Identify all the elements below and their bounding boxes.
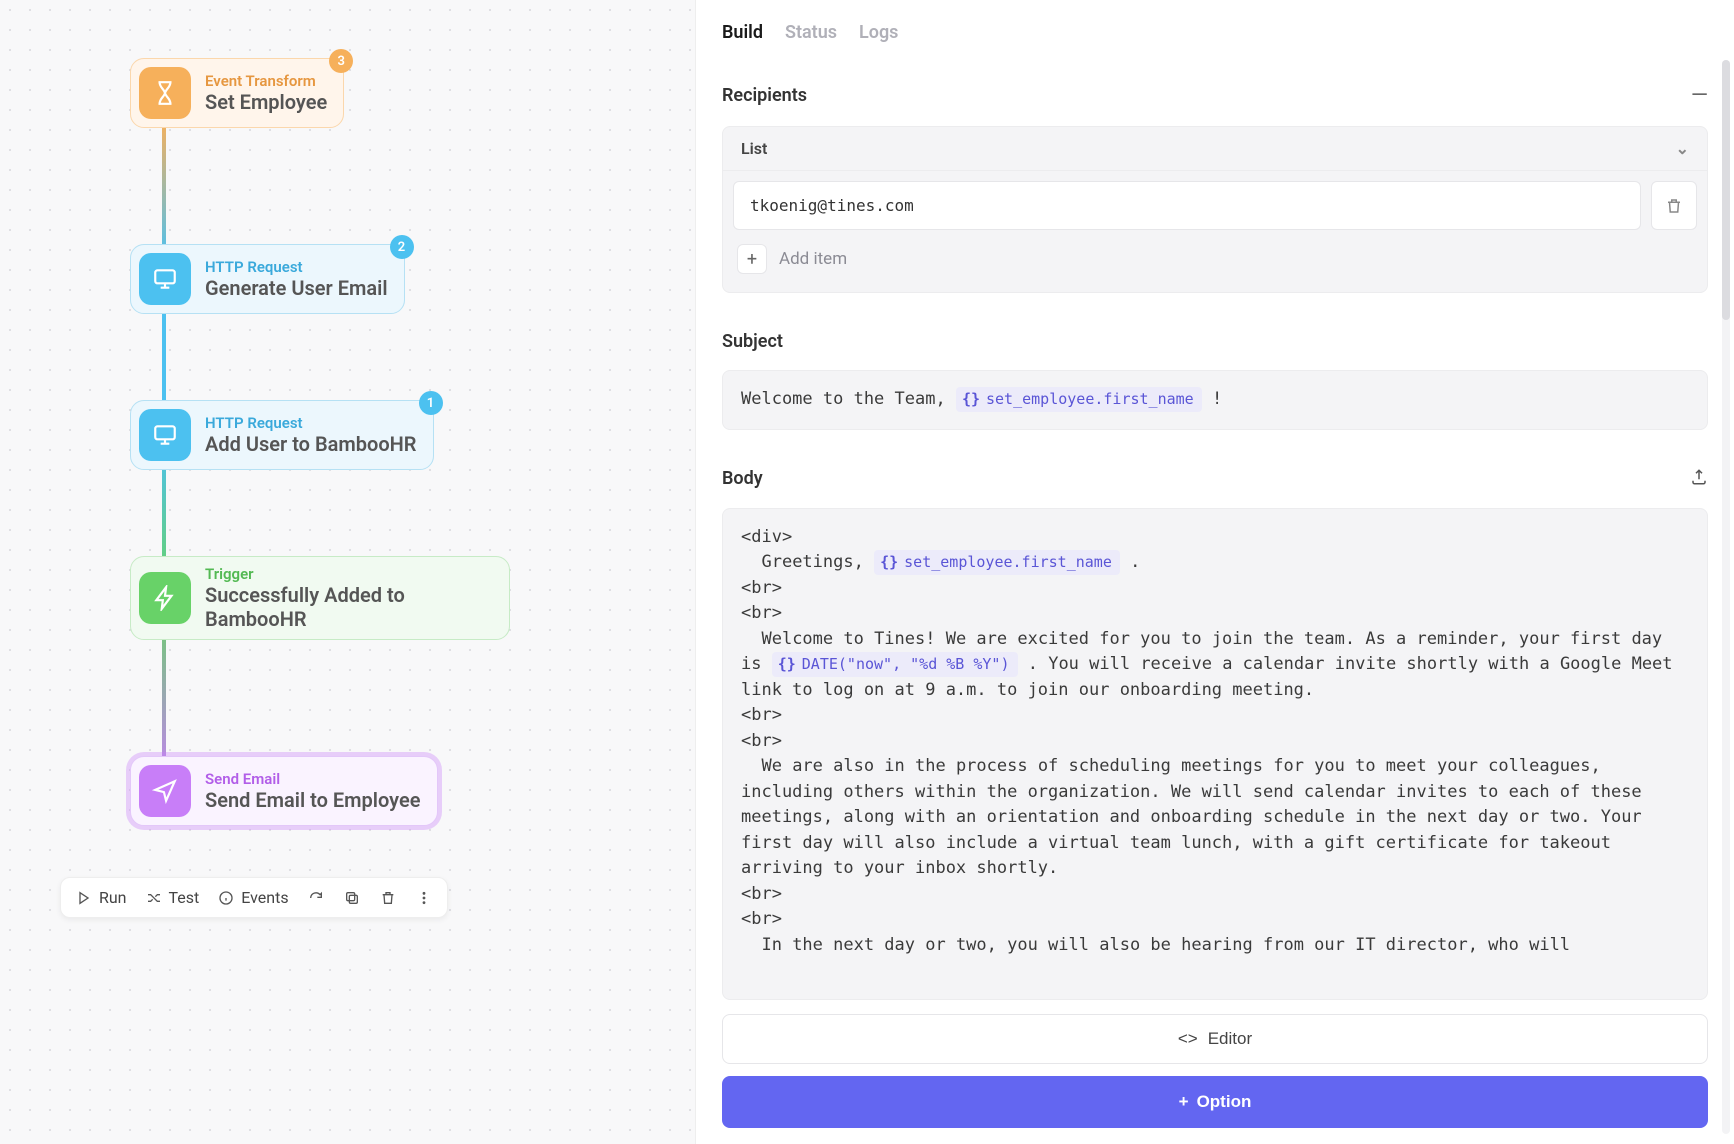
tab-build[interactable]: Build <box>722 22 763 43</box>
code-icon: <> <box>1178 1029 1198 1049</box>
subject-text-prefix: Welcome to the Team, <box>741 389 956 409</box>
node-title-label: Set Employee <box>205 90 327 114</box>
test-label: Test <box>169 888 200 907</box>
bolt-icon <box>139 572 191 624</box>
node-type-label: Trigger <box>205 565 493 583</box>
body-editor[interactable]: <div> Greetings, set_employee.first_name… <box>722 508 1708 1001</box>
node-badge: 2 <box>390 235 414 259</box>
tab-status[interactable]: Status <box>785 22 837 43</box>
node-title-label: Generate User Email <box>205 276 388 300</box>
subject-variable-pill[interactable]: set_employee.first_name <box>956 387 1202 412</box>
copy-button[interactable] <box>343 889 361 907</box>
refresh-button[interactable] <box>307 889 325 907</box>
collapse-recipients-button[interactable]: — <box>1691 83 1708 108</box>
detail-panel: Build Status Logs Recipients — List ⌄ tk… <box>696 0 1734 1144</box>
body-title: Body <box>722 468 763 489</box>
add-item-label: Add item <box>779 249 847 269</box>
add-recipient-row[interactable]: + Add item <box>733 240 1697 278</box>
run-label: Run <box>99 888 127 907</box>
hourglass-icon <box>139 67 191 119</box>
subject-title: Subject <box>722 331 783 352</box>
body-variable-pill[interactable]: DATE("now", "%d %B %Y") <box>772 652 1018 677</box>
refresh-icon <box>307 889 325 907</box>
node-title-label: Successfully Added to BambooHR <box>205 583 493 631</box>
more-vertical-icon <box>415 889 433 907</box>
send-icon <box>139 765 191 817</box>
copy-icon <box>343 889 361 907</box>
events-button[interactable]: Events <box>217 888 288 907</box>
events-label: Events <box>241 888 288 907</box>
node-type-label: Event Transform <box>205 72 327 90</box>
node-trigger-success[interactable]: Trigger Successfully Added to BambooHR <box>130 556 510 640</box>
list-label: List <box>741 139 767 158</box>
node-title-label: Send Email to Employee <box>205 788 421 812</box>
subject-text-suffix: ! <box>1212 389 1222 409</box>
open-editor-button[interactable]: <> Editor <box>722 1014 1708 1064</box>
add-option-button[interactable]: + Option <box>722 1076 1708 1128</box>
more-button[interactable] <box>415 889 433 907</box>
play-icon <box>75 889 93 907</box>
node-send-email-employee[interactable]: Send Email Send Email to Employee <box>130 756 438 826</box>
workflow-canvas[interactable]: Event Transform Set Employee 3 HTTP Requ… <box>0 0 696 1144</box>
scrollbar[interactable] <box>1722 60 1730 1134</box>
detail-tabs: Build Status Logs <box>722 22 1708 43</box>
body-variable-pill[interactable]: set_employee.first_name <box>874 550 1120 575</box>
tab-logs[interactable]: Logs <box>859 22 898 43</box>
recipient-delete-button[interactable] <box>1651 181 1697 230</box>
subject-input[interactable]: Welcome to the Team, set_employee.first_… <box>722 370 1708 430</box>
recipient-row: tkoenig@tines.com <box>733 181 1697 230</box>
recipients-list: List ⌄ tkoenig@tines.com + Add item <box>722 126 1708 293</box>
upload-icon <box>1690 468 1708 486</box>
monitor-icon <box>139 253 191 305</box>
node-add-user-bamboohr[interactable]: HTTP Request Add User to BambooHR 1 <box>130 400 434 470</box>
node-type-label: HTTP Request <box>205 414 417 432</box>
recipient-input[interactable]: tkoenig@tines.com <box>733 181 1641 230</box>
monitor-icon <box>139 409 191 461</box>
chevron-down-icon: ⌄ <box>1676 139 1689 158</box>
body-text: . You will receive a calendar invite sho… <box>741 654 1683 955</box>
test-button[interactable]: Test <box>145 888 200 907</box>
node-type-label: HTTP Request <box>205 258 388 276</box>
trash-icon <box>1665 197 1683 215</box>
node-type-label: Send Email <box>205 770 421 788</box>
trash-icon <box>379 889 397 907</box>
node-generate-user-email[interactable]: HTTP Request Generate User Email 2 <box>130 244 405 314</box>
option-label: Option <box>1197 1092 1252 1112</box>
body-text: <div> Greetings, <box>741 527 874 573</box>
shuffle-icon <box>145 889 163 907</box>
node-badge: 1 <box>419 391 443 415</box>
recipients-title: Recipients <box>722 85 807 106</box>
editor-label: Editor <box>1208 1029 1252 1049</box>
node-title-label: Add User to BambooHR <box>205 432 417 456</box>
recipients-header: Recipients — <box>722 83 1708 108</box>
info-icon <box>217 889 235 907</box>
export-body-button[interactable] <box>1690 468 1708 490</box>
canvas-toolbar: Run Test Events <box>60 877 448 918</box>
connector <box>162 120 166 260</box>
subject-header: Subject <box>722 331 1708 352</box>
recipients-list-header[interactable]: List ⌄ <box>723 127 1707 171</box>
delete-button[interactable] <box>379 889 397 907</box>
plus-button[interactable]: + <box>737 244 767 274</box>
node-set-employee[interactable]: Event Transform Set Employee 3 <box>130 58 344 128</box>
body-header: Body <box>722 468 1708 490</box>
run-button[interactable]: Run <box>75 888 127 907</box>
plus-icon: + <box>1179 1092 1189 1112</box>
scrollbar-thumb[interactable] <box>1722 60 1730 320</box>
node-badge: 3 <box>329 49 353 73</box>
